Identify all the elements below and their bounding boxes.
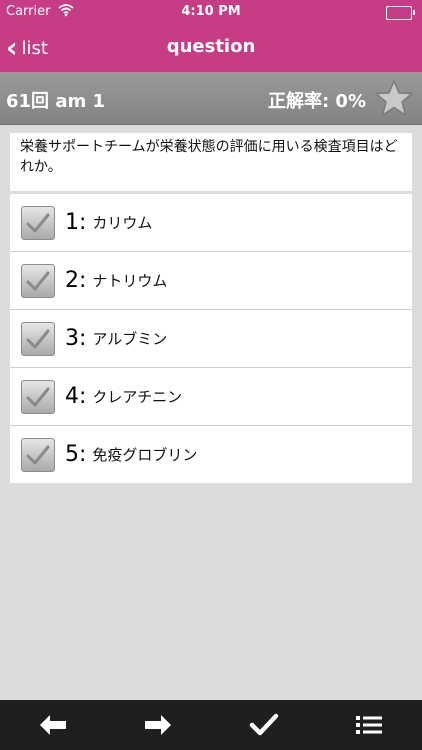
checkbox-icon[interactable] (21, 437, 55, 472)
choice-number: 4: (65, 384, 87, 409)
exam-label: 61回 am 1 (6, 91, 106, 112)
choice-number: 2: (65, 268, 87, 293)
clock-time: 4:10 PM (181, 4, 241, 19)
choice-item[interactable]: 3: アルブミン (10, 310, 412, 368)
navigation-bar: ‹ list question (0, 24, 422, 72)
choice-item[interactable]: 4: クレアチニン (10, 368, 412, 426)
checkbox-icon[interactable] (21, 205, 55, 240)
status-bar: Carrier 4:10 PM (0, 0, 422, 24)
choice-label: クレアチニン (92, 388, 183, 406)
checkbox-icon[interactable] (21, 321, 55, 356)
choice-number: 1: (65, 210, 87, 235)
arrow-right-icon[interactable] (136, 703, 180, 747)
choice-number: 5: (65, 442, 87, 467)
arrow-left-icon[interactable] (31, 703, 75, 747)
choice-item[interactable]: 5: 免疫グロブリン (10, 426, 412, 483)
choice-label: アルブミン (92, 330, 168, 348)
checkbox-icon[interactable] (21, 263, 55, 298)
star-icon[interactable] (374, 78, 414, 118)
list-icon[interactable] (347, 703, 391, 747)
choice-item[interactable]: 2: ナトリウム (10, 252, 412, 310)
checkbox-icon[interactable] (21, 379, 55, 414)
choice-label: 免疫グロブリン (92, 446, 198, 464)
choice-label: ナトリウム (92, 272, 168, 290)
choice-label: カリウム (92, 214, 153, 232)
question-text: 栄養サポートチームが栄養状態の評価に用いる検査項目はどれか。 (10, 133, 412, 191)
choice-number: 3: (65, 326, 87, 351)
bottom-toolbar (0, 700, 422, 750)
page-title: question (166, 36, 256, 57)
choice-item[interactable]: 1: カリウム (10, 194, 412, 252)
info-bar: 61回 am 1 正解率: 0% (0, 72, 422, 125)
battery-icon (386, 6, 415, 20)
choice-list: 1: カリウム 2: ナトリウム 3: アルブミン 4: クレアチニン 5: 免… (10, 194, 412, 483)
check-icon[interactable] (242, 703, 286, 747)
correct-rate: 正解率: 0% (267, 91, 366, 112)
